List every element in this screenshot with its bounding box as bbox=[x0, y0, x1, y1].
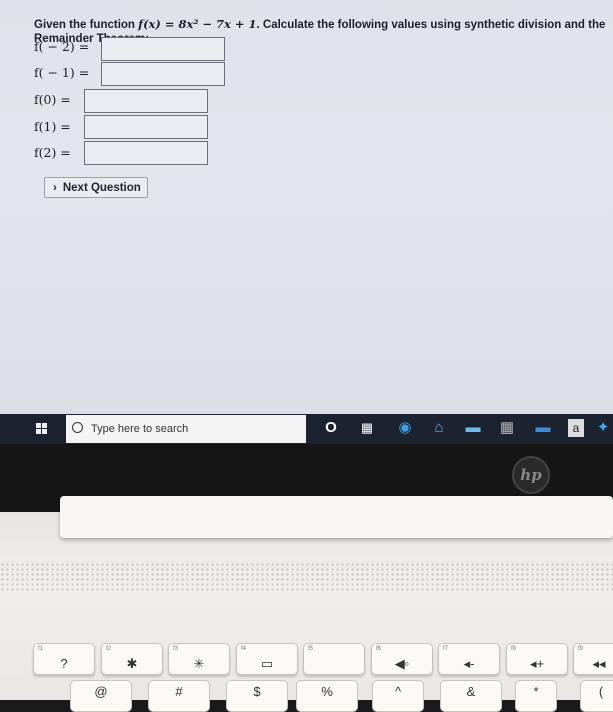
store-icon[interactable]: ⌂ bbox=[430, 419, 448, 437]
function-formula: f(x) = 8x² − 7x + 1 bbox=[138, 17, 257, 31]
key-f9[interactable]: f9 ◂◂ bbox=[573, 643, 613, 675]
edge-icon[interactable]: ◉ bbox=[396, 419, 414, 437]
task-view-icon[interactable]: ▦ bbox=[358, 419, 376, 437]
hp-logo: hp bbox=[512, 456, 550, 494]
calculator-icon[interactable]: ▦ bbox=[498, 419, 516, 437]
key-f7[interactable]: f7 ◂- bbox=[438, 643, 500, 675]
row-label-f2: f(2) = bbox=[34, 145, 71, 160]
key-f3[interactable]: f3 ✳ bbox=[168, 643, 230, 675]
key-8[interactable]: * bbox=[515, 680, 557, 712]
key-f6[interactable]: f6 ◀◦ bbox=[371, 643, 433, 675]
answer-input-f-neg1[interactable] bbox=[101, 62, 225, 86]
key-9[interactable]: ( bbox=[580, 680, 613, 712]
photos-icon[interactable]: ▬ bbox=[464, 419, 482, 437]
row-label-f-neg2: f( − 2) = bbox=[34, 39, 90, 54]
row-label-f0: f(0) = bbox=[34, 92, 71, 107]
key-f4[interactable]: f4 ▭ bbox=[236, 643, 298, 675]
chevron-right-icon: › bbox=[53, 182, 57, 194]
key-f8[interactable]: f8 ◂+ bbox=[506, 643, 568, 675]
row-label-f1: f(1) = bbox=[34, 119, 71, 134]
browser-screen: Given the function f(x) = 8x² − 7x + 1. … bbox=[0, 0, 613, 414]
windows-start-icon[interactable] bbox=[36, 423, 48, 435]
speaker-grill bbox=[0, 562, 613, 592]
next-question-label: Next Question bbox=[62, 182, 141, 194]
mail-icon[interactable]: ▬ bbox=[534, 419, 552, 437]
app-icon[interactable]: ✦ bbox=[596, 419, 610, 437]
key-5[interactable]: % bbox=[296, 680, 358, 712]
key-6[interactable]: ^ bbox=[372, 680, 424, 712]
taskbar-search-box[interactable]: Type here to search bbox=[66, 415, 306, 443]
key-2[interactable]: @ bbox=[70, 680, 132, 712]
search-icon bbox=[72, 422, 83, 433]
answer-input-f1[interactable] bbox=[84, 115, 208, 139]
search-placeholder: Type here to search bbox=[91, 423, 189, 435]
key-f1[interactable]: f1? bbox=[33, 643, 95, 675]
key-3[interactable]: # bbox=[148, 680, 210, 712]
key-4[interactable]: $ bbox=[226, 680, 288, 712]
next-question-button[interactable]: › Next Question bbox=[44, 177, 148, 198]
key-7[interactable]: & bbox=[440, 680, 502, 712]
amazon-icon[interactable]: a bbox=[568, 419, 584, 437]
laptop-hinge bbox=[60, 496, 613, 538]
key-f2[interactable]: f2 ✱ bbox=[101, 643, 163, 675]
answer-input-f2[interactable] bbox=[84, 141, 208, 165]
cortana-icon[interactable]: O bbox=[322, 419, 340, 437]
key-f5[interactable]: f5 bbox=[303, 643, 365, 675]
answer-input-f-neg2[interactable] bbox=[101, 37, 225, 61]
answer-input-f0[interactable] bbox=[84, 89, 208, 113]
row-label-f-neg1: f( − 1) = bbox=[34, 65, 90, 80]
